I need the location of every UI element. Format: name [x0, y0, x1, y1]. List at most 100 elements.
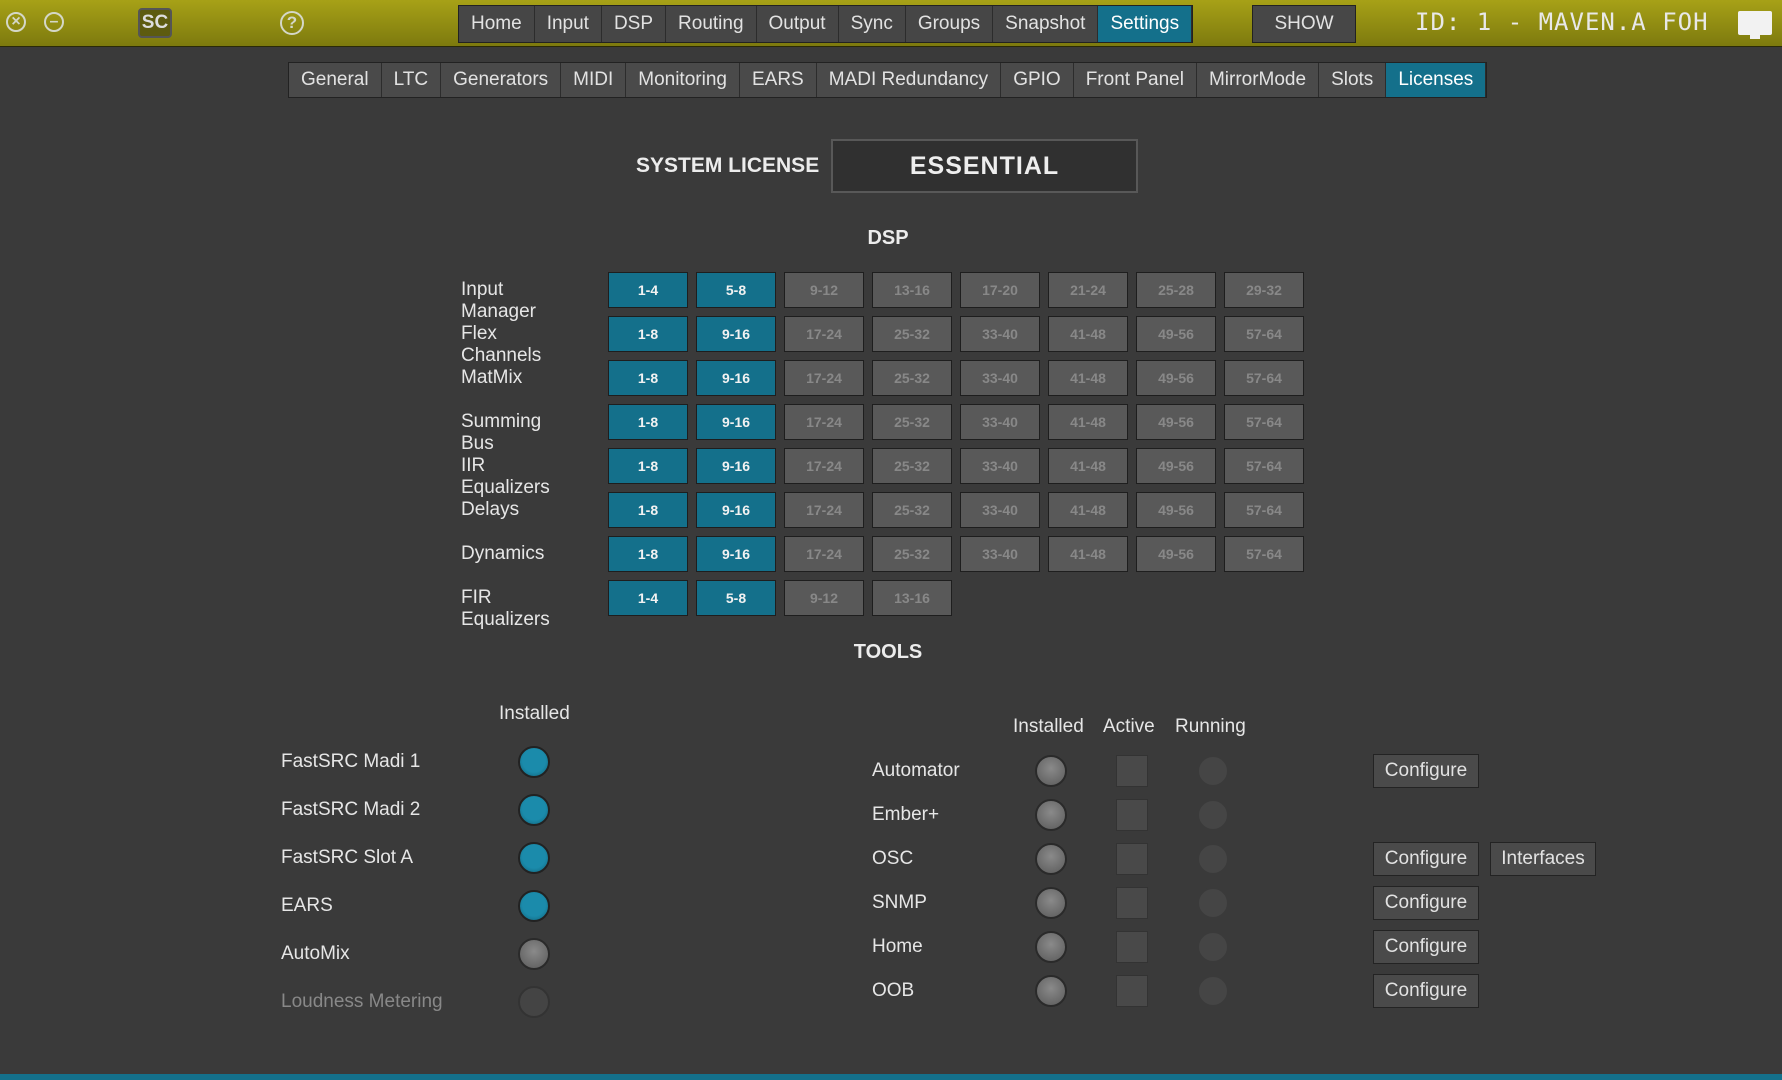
dsp-cell-iir-equalizers-1-8[interactable]: 1-8	[608, 448, 688, 484]
settings-tab-madi-redundancy[interactable]: MADI Redundancy	[816, 63, 1002, 97]
settings-tab-slots[interactable]: Slots	[1319, 63, 1387, 97]
dsp-cell-summing-bus-33-40[interactable]: 33-40	[960, 404, 1040, 440]
configure-button-snmp[interactable]: Configure	[1373, 886, 1479, 920]
settings-tab-mirrormode[interactable]: MirrorMode	[1196, 63, 1320, 97]
dsp-cell-dynamics-1-8[interactable]: 1-8	[608, 536, 688, 572]
dsp-cell-summing-bus-1-8[interactable]: 1-8	[608, 404, 688, 440]
dsp-cell-matmix-9-16[interactable]: 9-16	[696, 360, 776, 396]
dsp-cell-matmix-25-32[interactable]: 25-32	[872, 360, 952, 396]
dsp-cell-matmix-41-48[interactable]: 41-48	[1048, 360, 1128, 396]
dsp-cell-delays-33-40[interactable]: 33-40	[960, 492, 1040, 528]
dsp-cell-flex-channels-57-64[interactable]: 57-64	[1224, 316, 1304, 352]
dsp-cell-dynamics-49-56[interactable]: 49-56	[1136, 536, 1216, 572]
configure-button-oob[interactable]: Configure	[1373, 974, 1479, 1008]
active-toggle-ember[interactable]	[1116, 799, 1148, 831]
dsp-cell-summing-bus-49-56[interactable]: 49-56	[1136, 404, 1216, 440]
dsp-cell-iir-equalizers-33-40[interactable]: 33-40	[960, 448, 1040, 484]
monitor-icon[interactable]	[1738, 11, 1772, 39]
dsp-cell-iir-equalizers-17-24[interactable]: 17-24	[784, 448, 864, 484]
dsp-cell-input-manager-5-8[interactable]: 5-8	[696, 272, 776, 308]
active-toggle-home[interactable]	[1116, 931, 1148, 963]
dsp-cell-input-manager-29-32[interactable]: 29-32	[1224, 272, 1304, 308]
nav-tab-home[interactable]: Home	[459, 6, 535, 42]
dsp-cell-fir-equalizers-13-16[interactable]: 13-16	[872, 580, 952, 616]
settings-tab-ltc[interactable]: LTC	[381, 63, 442, 97]
dsp-cell-iir-equalizers-25-32[interactable]: 25-32	[872, 448, 952, 484]
nav-tab-dsp[interactable]: DSP	[601, 6, 667, 42]
show-button[interactable]: SHOW	[1252, 5, 1356, 43]
dsp-cell-flex-channels-25-32[interactable]: 25-32	[872, 316, 952, 352]
dsp-cell-flex-channels-33-40[interactable]: 33-40	[960, 316, 1040, 352]
dsp-cell-delays-17-24[interactable]: 17-24	[784, 492, 864, 528]
dsp-cell-summing-bus-25-32[interactable]: 25-32	[872, 404, 952, 440]
settings-tab-front-panel[interactable]: Front Panel	[1073, 63, 1197, 97]
dsp-cell-summing-bus-17-24[interactable]: 17-24	[784, 404, 864, 440]
active-toggle-osc[interactable]	[1116, 843, 1148, 875]
dsp-cell-flex-channels-17-24[interactable]: 17-24	[784, 316, 864, 352]
nav-tab-snapshot[interactable]: Snapshot	[993, 6, 1099, 42]
dsp-cell-delays-1-8[interactable]: 1-8	[608, 492, 688, 528]
dsp-cell-matmix-1-8[interactable]: 1-8	[608, 360, 688, 396]
active-toggle-automator[interactable]	[1116, 755, 1148, 787]
configure-button-automator[interactable]: Configure	[1373, 754, 1479, 788]
dsp-cell-flex-channels-9-16[interactable]: 9-16	[696, 316, 776, 352]
nav-tab-input[interactable]: Input	[534, 6, 602, 42]
active-toggle-oob[interactable]	[1116, 975, 1148, 1007]
configure-button-osc[interactable]: Configure	[1373, 842, 1479, 876]
dsp-cell-summing-bus-41-48[interactable]: 41-48	[1048, 404, 1128, 440]
active-toggle-snmp[interactable]	[1116, 887, 1148, 919]
dsp-cell-flex-channels-41-48[interactable]: 41-48	[1048, 316, 1128, 352]
dsp-cell-matmix-17-24[interactable]: 17-24	[784, 360, 864, 396]
tool-label-automator: Automator	[872, 760, 960, 781]
dsp-cell-fir-equalizers-5-8[interactable]: 5-8	[696, 580, 776, 616]
dsp-cell-dynamics-57-64[interactable]: 57-64	[1224, 536, 1304, 572]
dsp-cell-matmix-57-64[interactable]: 57-64	[1224, 360, 1304, 396]
dsp-cell-dynamics-41-48[interactable]: 41-48	[1048, 536, 1128, 572]
nav-tab-sync[interactable]: Sync	[838, 6, 906, 42]
dsp-cell-flex-channels-1-8[interactable]: 1-8	[608, 316, 688, 352]
close-icon[interactable]: ×	[6, 12, 26, 32]
settings-tab-monitoring[interactable]: Monitoring	[626, 63, 740, 97]
dsp-cell-fir-equalizers-9-12[interactable]: 9-12	[784, 580, 864, 616]
help-icon[interactable]: ?	[280, 11, 304, 35]
dsp-cell-dynamics-17-24[interactable]: 17-24	[784, 536, 864, 572]
dsp-cell-fir-equalizers-1-4[interactable]: 1-4	[608, 580, 688, 616]
nav-tab-groups[interactable]: Groups	[905, 6, 994, 42]
settings-tab-general[interactable]: General	[289, 63, 382, 97]
settings-tab-gpio[interactable]: GPIO	[1001, 63, 1074, 97]
dsp-cell-matmix-33-40[interactable]: 33-40	[960, 360, 1040, 396]
dsp-cell-flex-channels-49-56[interactable]: 49-56	[1136, 316, 1216, 352]
minimize-icon[interactable]: –	[44, 12, 64, 32]
settings-tab-generators[interactable]: Generators	[441, 63, 562, 97]
dsp-cell-matmix-49-56[interactable]: 49-56	[1136, 360, 1216, 396]
settings-tab-licenses[interactable]: Licenses	[1386, 63, 1487, 97]
dsp-cell-delays-49-56[interactable]: 49-56	[1136, 492, 1216, 528]
dsp-cell-iir-equalizers-9-16[interactable]: 9-16	[696, 448, 776, 484]
dsp-cell-input-manager-25-28[interactable]: 25-28	[1136, 272, 1216, 308]
dsp-cell-dynamics-9-16[interactable]: 9-16	[696, 536, 776, 572]
dsp-cell-input-manager-13-16[interactable]: 13-16	[872, 272, 952, 308]
dsp-cell-input-manager-21-24[interactable]: 21-24	[1048, 272, 1128, 308]
configure-button-home[interactable]: Configure	[1373, 930, 1479, 964]
dsp-cell-delays-9-16[interactable]: 9-16	[696, 492, 776, 528]
interfaces-button-osc[interactable]: Interfaces	[1490, 842, 1596, 876]
dsp-cell-input-manager-17-20[interactable]: 17-20	[960, 272, 1040, 308]
dsp-cell-summing-bus-9-16[interactable]: 9-16	[696, 404, 776, 440]
nav-tab-settings[interactable]: Settings	[1098, 6, 1193, 42]
dsp-cell-dynamics-33-40[interactable]: 33-40	[960, 536, 1040, 572]
dsp-cell-iir-equalizers-49-56[interactable]: 49-56	[1136, 448, 1216, 484]
nav-tab-output[interactable]: Output	[756, 6, 839, 42]
nav-tab-routing[interactable]: Routing	[666, 6, 757, 42]
settings-tab-ears[interactable]: EARS	[739, 63, 817, 97]
dsp-cell-delays-57-64[interactable]: 57-64	[1224, 492, 1304, 528]
dsp-cell-input-manager-9-12[interactable]: 9-12	[784, 272, 864, 308]
dsp-cell-iir-equalizers-41-48[interactable]: 41-48	[1048, 448, 1128, 484]
dsp-cell-delays-25-32[interactable]: 25-32	[872, 492, 952, 528]
sc-button[interactable]: SC	[138, 8, 172, 38]
dsp-cell-delays-41-48[interactable]: 41-48	[1048, 492, 1128, 528]
dsp-cell-input-manager-1-4[interactable]: 1-4	[608, 272, 688, 308]
settings-tab-midi[interactable]: MIDI	[561, 63, 627, 97]
dsp-cell-dynamics-25-32[interactable]: 25-32	[872, 536, 952, 572]
dsp-cell-iir-equalizers-57-64[interactable]: 57-64	[1224, 448, 1304, 484]
dsp-cell-summing-bus-57-64[interactable]: 57-64	[1224, 404, 1304, 440]
